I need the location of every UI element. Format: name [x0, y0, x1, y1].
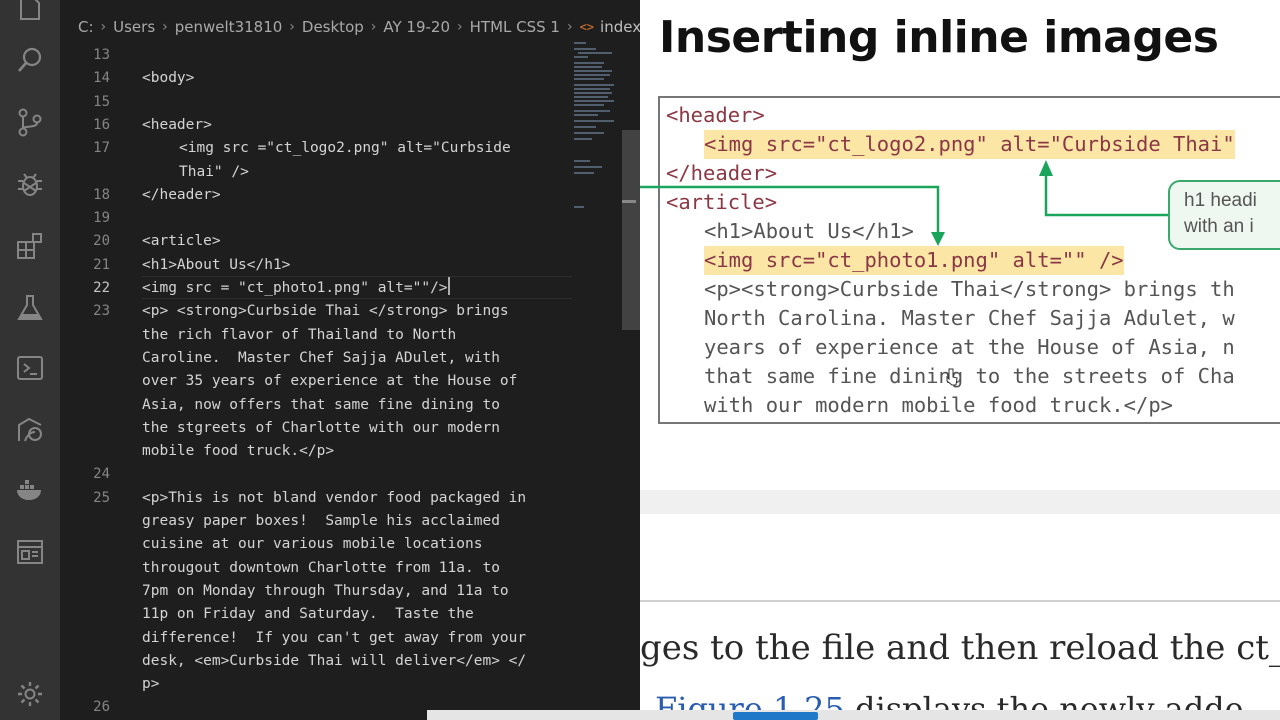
- chevron-right-icon: ›: [162, 19, 168, 35]
- line-number: 21: [93, 256, 110, 273]
- line-number: 18: [93, 186, 110, 203]
- code-line[interactable]: <header>: [142, 114, 212, 137]
- callout-text: h1 headi: [1184, 190, 1257, 211]
- code-line[interactable]: difference! If you can't get away from y…: [142, 627, 526, 650]
- breadcrumb-item[interactable]: Users: [113, 18, 155, 36]
- code-line[interactable]: over 35 years of experience at the House…: [142, 370, 517, 393]
- code-line[interactable]: <img src ="ct_logo2.png" alt="Curbside: [142, 137, 511, 160]
- horizontal-scrollbar-track[interactable]: [427, 710, 1280, 720]
- page-rule: [640, 600, 1280, 602]
- live-share-icon[interactable]: [14, 414, 46, 446]
- line-number: 13: [93, 47, 110, 63]
- remote-explorer-icon[interactable]: [14, 352, 46, 384]
- line-number: 15: [93, 93, 110, 110]
- source-control-icon[interactable]: [14, 106, 46, 138]
- chevron-right-icon: ›: [289, 19, 295, 35]
- code-line[interactable]: througout downtown Charlotte from 11a. t…: [142, 557, 500, 580]
- minimap[interactable]: [572, 40, 620, 220]
- code-line[interactable]: Asia, now offers that same fine dining t…: [142, 394, 500, 417]
- chevron-right-icon: ›: [100, 19, 107, 35]
- breadcrumb-item[interactable]: HTML CSS 1: [470, 18, 560, 36]
- code-line[interactable]: 7pm on Monday through Thursday, and 11a …: [142, 580, 509, 603]
- textbook-page: Inserting inline images <header> <img sr…: [640, 0, 1280, 720]
- code-line[interactable]: Thai" />: [142, 161, 249, 184]
- code-line[interactable]: <body>: [142, 67, 194, 90]
- testing-icon[interactable]: [14, 292, 46, 324]
- horizontal-scrollbar-thumb[interactable]: [733, 712, 818, 720]
- body-text: ges to the file and then reload the ct_: [640, 628, 1280, 668]
- activity-bar: [0, 0, 60, 720]
- line-number: 20: [93, 233, 110, 250]
- code-line[interactable]: the rich flavor of Thailand to North: [142, 324, 456, 347]
- code-line[interactable]: <p>This is not bland vendor food package…: [142, 487, 526, 510]
- editor-scrollbar[interactable]: [622, 130, 640, 330]
- text-cursor: [447, 277, 450, 295]
- chevron-right-icon: ›: [566, 19, 573, 35]
- code-line[interactable]: <article>: [142, 230, 221, 253]
- code-line[interactable]: mobile food truck.</p>: [142, 440, 334, 463]
- line-number: 23: [93, 303, 110, 320]
- chevron-right-icon: ›: [457, 19, 463, 35]
- breadcrumb-item[interactable]: penwelt31810: [175, 18, 283, 36]
- line-number: 17: [93, 140, 110, 157]
- code-line-active[interactable]: <img src = "ct_photo1.png" alt=""/>: [142, 277, 450, 300]
- code-line[interactable]: </header>: [142, 184, 221, 207]
- files-icon[interactable]: [14, 0, 46, 24]
- browser-preview-icon[interactable]: [14, 536, 46, 568]
- code-line-text[interactable]: <img src = "ct_photo1.png" alt=""/>: [142, 280, 448, 296]
- settings-gear-icon[interactable]: [14, 678, 46, 710]
- line-number: 25: [93, 489, 110, 506]
- breadcrumb-item[interactable]: Desktop: [302, 18, 364, 36]
- breadcrumb-file[interactable]: index.ht: [600, 18, 640, 36]
- code-line[interactable]: p>: [142, 673, 159, 696]
- search-icon[interactable]: [14, 44, 46, 76]
- chevron-right-icon: ›: [370, 19, 377, 35]
- page-divider-band: [640, 490, 1280, 514]
- breadcrumb: C: › Users › penwelt31810 › Desktop › AY 19-…: [78, 16, 640, 38]
- line-number: 24: [93, 466, 110, 483]
- debug-icon[interactable]: [14, 168, 46, 200]
- line-number-active: 22: [93, 280, 110, 296]
- code-line[interactable]: the stgreets of Charlotte with our moder…: [142, 417, 500, 440]
- line-number: 26: [93, 699, 110, 716]
- code-editor[interactable]: C: › Users › penwelt31810 › Desktop › AY 19-…: [60, 0, 640, 720]
- code-line[interactable]: <p> <strong>Curbside Thai </strong> brin…: [142, 300, 509, 323]
- line-number: 16: [93, 116, 110, 133]
- line-number: 14: [93, 70, 110, 87]
- scrollbar-marker: [622, 200, 636, 203]
- code-line[interactable]: greasy paper boxes! Sample his acclaimed: [142, 510, 500, 533]
- docker-icon[interactable]: [14, 474, 46, 506]
- mouse-pointer-icon: [946, 368, 958, 386]
- extensions-icon[interactable]: [14, 230, 46, 262]
- code-line[interactable]: Caroline. Master Chef Sajja ADulet, with: [142, 347, 500, 370]
- line-number: 19: [93, 210, 110, 227]
- callout-text: with an i: [1184, 216, 1254, 237]
- code-line[interactable]: 11p on Friday and Saturday. Taste the: [142, 603, 474, 626]
- figure-callout: h1 headi with an i: [1168, 180, 1280, 250]
- code-line[interactable]: desk, <em>Curbside Thai will deliver</em…: [142, 650, 526, 673]
- html-file-icon: <>: [579, 20, 595, 34]
- code-line[interactable]: <h1>About Us</h1>: [142, 254, 290, 277]
- breadcrumb-item[interactable]: AY 19-20: [383, 18, 450, 36]
- code-line[interactable]: cuisine at our various mobile locations: [142, 533, 482, 556]
- breadcrumb-item[interactable]: C:: [78, 18, 94, 36]
